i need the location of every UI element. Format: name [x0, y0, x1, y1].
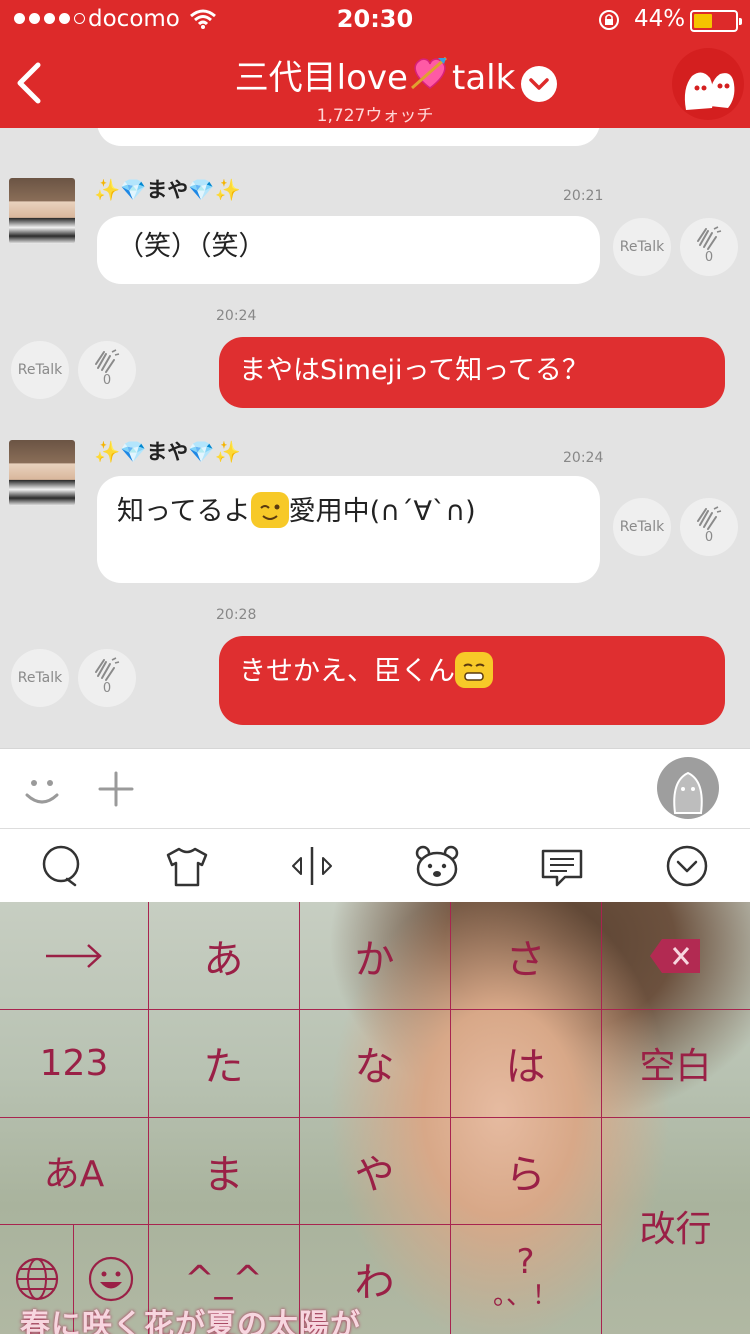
plus-icon[interactable] [96, 769, 136, 809]
key-ma[interactable]: ま [148, 1117, 299, 1224]
key-ha[interactable]: は [450, 1009, 601, 1117]
key-punctuation[interactable]: ? 。、！ [450, 1224, 601, 1334]
header-bar: docomo 20:30 44% 三代目love talk 1,727ウォッチ [0, 0, 750, 128]
tshirt-icon[interactable] [164, 843, 210, 889]
rotation-lock-icon [599, 10, 619, 30]
emoji-icon [88, 1256, 133, 1302]
globe-icon [15, 1257, 58, 1301]
key-sa[interactable]: さ [450, 902, 601, 1009]
username: ✨💎まや💎✨ [94, 440, 241, 464]
ghost-icon [673, 771, 703, 814]
wink-emoji-icon [250, 492, 289, 528]
incoming-message-bubble[interactable]: 知ってるよ 愛用中(∩´∀`∩) [97, 476, 600, 583]
message-time: 20:24 [216, 308, 257, 324]
input-bar [0, 748, 750, 828]
message-text: （笑）（笑） [117, 231, 266, 262]
clap-count: 0 [102, 681, 112, 696]
previous-message-bubble [97, 128, 600, 146]
incoming-message-bubble[interactable]: （笑）（笑） [97, 216, 600, 284]
sticker-button[interactable] [657, 757, 719, 819]
message-time: 20:24 [563, 450, 604, 466]
keyboard: あ か さ 123 た な は 空白 あA ま や ら 改行 ^_^ わ ? 。… [0, 902, 750, 1334]
key-backspace[interactable] [601, 902, 750, 1009]
search-bubble-icon[interactable] [39, 843, 85, 889]
backspace-icon [649, 938, 700, 973]
title-prefix: 三代目love [234, 58, 408, 98]
chat-area[interactable]: ✨💎まや💎✨ 20:21 （笑）（笑） ReTalk 0 20:24 ReTal… [0, 128, 750, 748]
username: ✨💎まや💎✨ [94, 178, 241, 202]
clap-button[interactable]: 0 [78, 341, 136, 399]
key-123[interactable]: 123 [0, 1009, 148, 1117]
key-punctuation-bottom: 。、！ [492, 1281, 558, 1311]
ghost-button[interactable] [672, 48, 744, 120]
clap-button[interactable]: 0 [680, 498, 738, 556]
message-time: 20:28 [216, 607, 257, 623]
chevron-down-icon[interactable] [664, 843, 710, 889]
outgoing-message-bubble[interactable]: きせかえ、臣くん [219, 636, 725, 725]
heart-icon [410, 56, 447, 90]
retalk-button[interactable]: ReTalk [11, 341, 69, 399]
clap-icon [697, 226, 722, 250]
retalk-button[interactable]: ReTalk [11, 649, 69, 707]
key-punctuation-top: ? [516, 1242, 535, 1282]
key-input-mode[interactable]: あA [0, 1117, 148, 1224]
message-text: きせかえ、臣くん [239, 656, 455, 687]
room-title: 三代目love talk 1,727ウォッチ [0, 50, 750, 126]
arrow-right-icon [46, 943, 102, 968]
title-suffix: talk [451, 58, 516, 98]
key-enter[interactable]: 改行 [601, 1117, 750, 1334]
dropdown-button[interactable] [521, 66, 557, 102]
battery-percent: 44% [634, 6, 686, 32]
keyboard-theme-caption: 春に咲く花が夏の太陽が [20, 1308, 361, 1334]
avatar[interactable] [9, 440, 75, 506]
key-ra[interactable]: ら [450, 1117, 601, 1224]
retalk-button[interactable]: ReTalk [613, 498, 671, 556]
message-text: 愛用中(∩´∀`∩) [288, 496, 476, 527]
message-time: 20:21 [563, 188, 604, 204]
clap-button[interactable]: 0 [78, 649, 136, 707]
clap-count: 0 [704, 530, 714, 545]
key-a[interactable]: あ [148, 902, 299, 1009]
grin-emoji-icon [455, 652, 493, 688]
key-ya[interactable]: や [299, 1117, 450, 1224]
key-na[interactable]: な [299, 1009, 450, 1117]
key-next[interactable] [0, 902, 148, 1009]
bear-icon[interactable] [414, 843, 460, 889]
key-ta[interactable]: た [148, 1009, 299, 1117]
key-space[interactable]: 空白 [601, 1009, 750, 1117]
clap-count: 0 [704, 250, 714, 265]
message-text: 知ってるよ [117, 496, 251, 527]
clap-icon [697, 506, 722, 530]
keyboard-toolbar [0, 828, 750, 902]
status-bar: docomo 20:30 44% [0, 0, 750, 40]
retalk-button[interactable]: ReTalk [613, 218, 671, 276]
battery-icon [690, 10, 742, 32]
cursor-icon[interactable] [289, 843, 335, 889]
clap-icon [95, 349, 120, 373]
message-text: まやはSimejiって知ってる？ [239, 355, 589, 386]
clap-count: 0 [102, 373, 112, 388]
dropdown-icon [529, 78, 549, 90]
comment-icon[interactable] [539, 843, 585, 889]
clap-button[interactable]: 0 [680, 218, 738, 276]
smiley-icon[interactable] [22, 769, 62, 809]
avatar[interactable] [9, 178, 75, 244]
key-ka[interactable]: か [299, 902, 450, 1009]
outgoing-message-bubble[interactable]: まやはSimejiって知ってる？ [219, 337, 725, 408]
clap-icon [95, 657, 120, 681]
watch-count: 1,727ウォッチ [316, 106, 434, 126]
ghost-icon [684, 72, 735, 110]
